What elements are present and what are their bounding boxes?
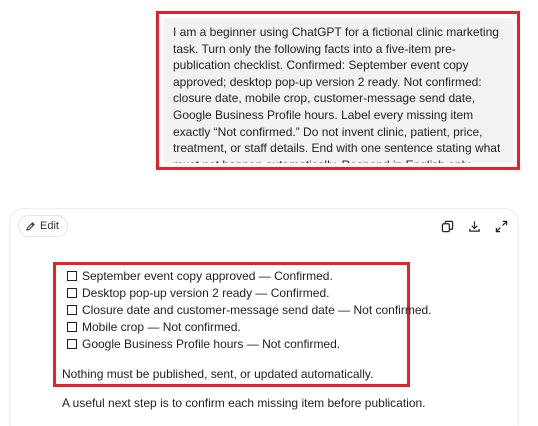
- checkbox[interactable]: [67, 287, 77, 298]
- user-message-highlight: I am a beginner using ChatGPT for a fict…: [156, 11, 520, 170]
- checkbox[interactable]: [67, 304, 77, 315]
- closing-sentence: Nothing must be published, sent, or upda…: [62, 367, 374, 381]
- checklist-item-label: Mobile crop — Not confirmed.: [82, 319, 241, 334]
- copy-icon[interactable]: [440, 219, 455, 234]
- edit-button-label: Edit: [40, 220, 59, 232]
- checkbox[interactable]: [67, 321, 77, 332]
- list-item: Google Business Profile hours — Not conf…: [67, 335, 432, 352]
- next-step-text: A useful next step is to confirm each mi…: [62, 396, 426, 410]
- expand-icon[interactable]: [494, 219, 509, 234]
- checklist-item-label: Closure date and customer-message send d…: [82, 302, 432, 317]
- chat-page: I am a beginner using ChatGPT for a fict…: [0, 0, 538, 426]
- response-toolbar: [440, 219, 509, 234]
- list-item: Mobile crop — Not confirmed.: [67, 318, 432, 335]
- user-message-bubble: I am a beginner using ChatGPT for a fict…: [163, 18, 513, 163]
- checklist: September event copy approved — Confirme…: [67, 267, 432, 352]
- checklist-item-label: Desktop pop-up version 2 ready — Confirm…: [82, 285, 330, 300]
- list-item: Closure date and customer-message send d…: [67, 301, 432, 318]
- pencil-icon: [25, 221, 36, 232]
- edit-button[interactable]: Edit: [18, 215, 68, 237]
- checkbox[interactable]: [67, 338, 77, 349]
- list-item: Desktop pop-up version 2 ready — Confirm…: [67, 284, 432, 301]
- checklist-item-label: Google Business Profile hours — Not conf…: [82, 336, 341, 351]
- list-item: September event copy approved — Confirme…: [67, 267, 432, 284]
- checklist-item-label: September event copy approved — Confirme…: [82, 268, 333, 283]
- checkbox[interactable]: [67, 270, 77, 281]
- download-icon[interactable]: [467, 219, 482, 234]
